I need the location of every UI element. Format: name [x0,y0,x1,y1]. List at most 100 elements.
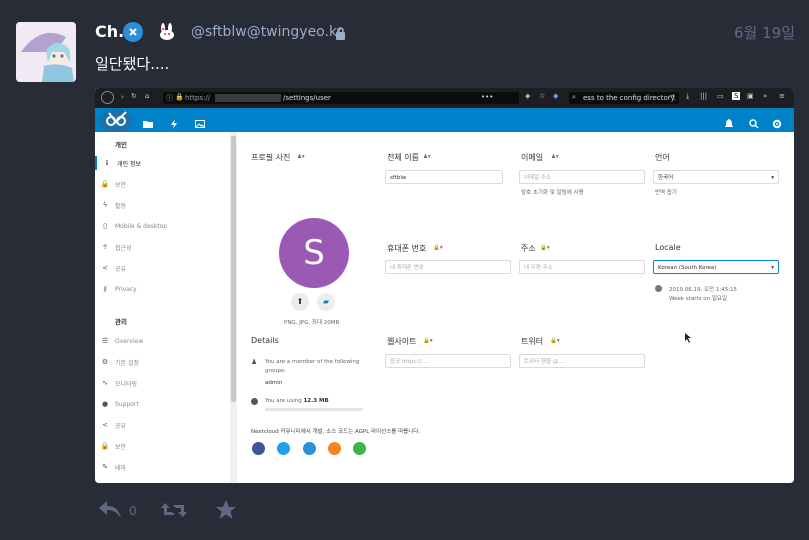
twitter-input[interactable]: 트위터 핸들 @... [519,354,645,368]
sidebar-item-label: 보안 [115,443,127,451]
sidebar-item-label: Overview [115,337,144,345]
pocket-icon[interactable]: ◈ [525,92,530,100]
twitter-icon[interactable] [277,442,290,455]
sidebar-item-label: 공유 [115,265,127,273]
reload-icon[interactable]: ↻ [131,92,137,100]
usage-value: 12.3 MB [303,398,329,404]
visibility-lock-icon[interactable]: 🔒▾ [540,245,550,251]
overflow-icon[interactable]: » [763,92,767,100]
lock-icon [335,25,346,44]
files-icon[interactable] [143,114,153,133]
pulse-icon: ∿ [102,379,108,387]
fullname-input[interactable]: sftblw [385,170,503,184]
sidebar-item-sharing[interactable]: < 공유 [95,261,126,275]
library-icon[interactable]: ||| [700,92,707,100]
language-select[interactable]: 한국어 ▾ [653,170,779,184]
search-icon: ⌕ [572,93,576,101]
menu-icon[interactable]: ≡ [779,92,785,100]
website-input[interactable]: 링크 https://... [385,354,511,368]
sidebar-scrollbar[interactable] [230,132,237,483]
display-name[interactable]: Ch. [95,22,124,41]
sidebar-item-mobile[interactable]: ▯ Mobile & desktop [95,219,167,233]
sidebar-item-accessibility[interactable]: ☥ 접근성 [95,240,131,254]
url-bar[interactable]: ⓘ 🔒 https:// /settings/user ••• [163,92,519,104]
home-icon[interactable]: ⌂ [145,92,149,100]
extension-icon[interactable]: ◆ [553,92,558,100]
email-input[interactable]: 이메일 주소 [519,170,645,184]
help-translate-link[interactable]: 번역 돕기 [655,188,677,196]
account-handle[interactable]: @sftblw@twingyeo.kr [191,24,343,40]
scrollbar-thumb[interactable] [231,136,236,402]
sidebar-item-support[interactable]: ● Support [95,397,139,411]
sidebar-item-label: Privacy [115,285,137,293]
details-label: Details [251,336,279,345]
search-icon[interactable] [749,114,759,133]
usage-prefix: You are using [265,398,304,404]
choose-from-files-button[interactable]: ▰ [317,293,335,311]
reply-count: 0 [129,504,137,518]
screenshot-icon[interactable]: ▣ [747,92,754,100]
avatar-hint: PNG, JPG, 최대 20MB [284,320,340,326]
info-icon: ⓘ [166,94,173,102]
settings-gear-icon[interactable] [772,114,782,133]
bookmark-star-icon[interactable]: ☆ [539,92,545,100]
s-extension-icon[interactable]: S [732,92,741,100]
favourite-star-icon[interactable] [215,499,237,525]
facebook-icon[interactable] [252,442,265,455]
share-icon: < [102,264,108,272]
sidebar-icon[interactable]: ▭ [717,92,724,100]
sidebar-item-monitoring[interactable]: ∿ 모니터링 [95,376,137,390]
visibility-lock-icon[interactable]: 🔒▾ [433,245,443,251]
page-actions-icon[interactable]: ••• [481,93,493,101]
rss-icon[interactable] [328,442,341,455]
download-icon[interactable]: ⤓ [686,92,689,101]
sidebar-item-admin-security[interactable]: 🔒 보안 [95,439,126,453]
sidebar-item-admin-sharing[interactable]: < 공유 [95,418,126,432]
quota-icon [251,398,258,405]
sidebar-item-basic-settings[interactable]: ⚙ 기본 설정 [95,355,139,369]
user-avatar[interactable] [16,22,76,82]
upload-photo-button[interactable]: ⬆ [291,293,309,311]
visibility-lock-icon[interactable]: 🔒▾ [423,338,433,344]
activity-icon[interactable] [169,114,179,133]
locale-select[interactable]: Korean (South Korea) ▾ [653,260,779,274]
sidebar-item-label: Support [115,400,139,408]
nextcloud-logo[interactable] [100,109,132,133]
search-box[interactable]: ⌕ ess to the config directory. [569,92,679,104]
visibility-icon[interactable]: ♟▾ [423,154,431,160]
phone-input[interactable]: 내 휴대폰 번호 [385,260,511,274]
address-input[interactable]: 내 우편 주소 [519,260,645,274]
sidebar-item-activity[interactable]: ϟ 활동 [95,198,126,212]
email-icon[interactable] [353,442,366,455]
details-group-name[interactable]: admin [265,380,282,386]
visibility-icon[interactable]: ♟▾ [551,154,559,160]
profile-avatar[interactable]: S [279,218,349,288]
sidebar-item-label: 보안 [115,181,127,189]
forward-icon[interactable]: › [121,93,124,101]
twitter-label: 트위터 [521,337,544,346]
search-text: ess to the config directory. [583,94,676,102]
footer-text: Nextcloud 커뮤니티에서 개발, 소스 코드는 AGPL 라이선스를 따… [251,429,421,435]
media-attachment[interactable]: › ↻ ⌂ ⓘ 🔒 https:// /settings/user ••• ◈ … [95,88,794,483]
visibility-icon[interactable]: ♟▾ [297,154,305,160]
notifications-icon[interactable] [725,114,733,133]
personal-heading: 개인 [115,141,127,149]
locale-week: Week starts on 일요일 [669,296,728,302]
post-time[interactable]: 6월 19일 [734,22,795,43]
locale-label: Locale [655,243,681,252]
sidebar-item-label: Mobile & desktop [115,222,168,230]
boost-icon[interactable] [161,501,187,523]
reply-icon[interactable] [97,499,123,523]
sidebar-item-theming[interactable]: ✎ 테마 [95,460,126,474]
back-icon[interactable] [101,91,114,104]
sidebar-item-overview[interactable]: ☰ Overview [95,334,143,348]
details-usage: You are using 12.3 MB [265,398,329,404]
visibility-lock-icon[interactable]: 🔒▾ [550,338,560,344]
secure-lock-icon: 🔒 [175,93,184,101]
go-arrow-icon[interactable]: → [669,92,675,100]
mastodon-icon[interactable] [303,442,316,455]
sidebar-item-security[interactable]: 🔒 보안 [95,177,126,191]
gallery-icon[interactable] [195,114,205,133]
sidebar-item-personal-info[interactable]: ℹ 개인 정보 [95,156,141,170]
sidebar-item-privacy[interactable]: ⚷ Privacy [95,282,137,296]
